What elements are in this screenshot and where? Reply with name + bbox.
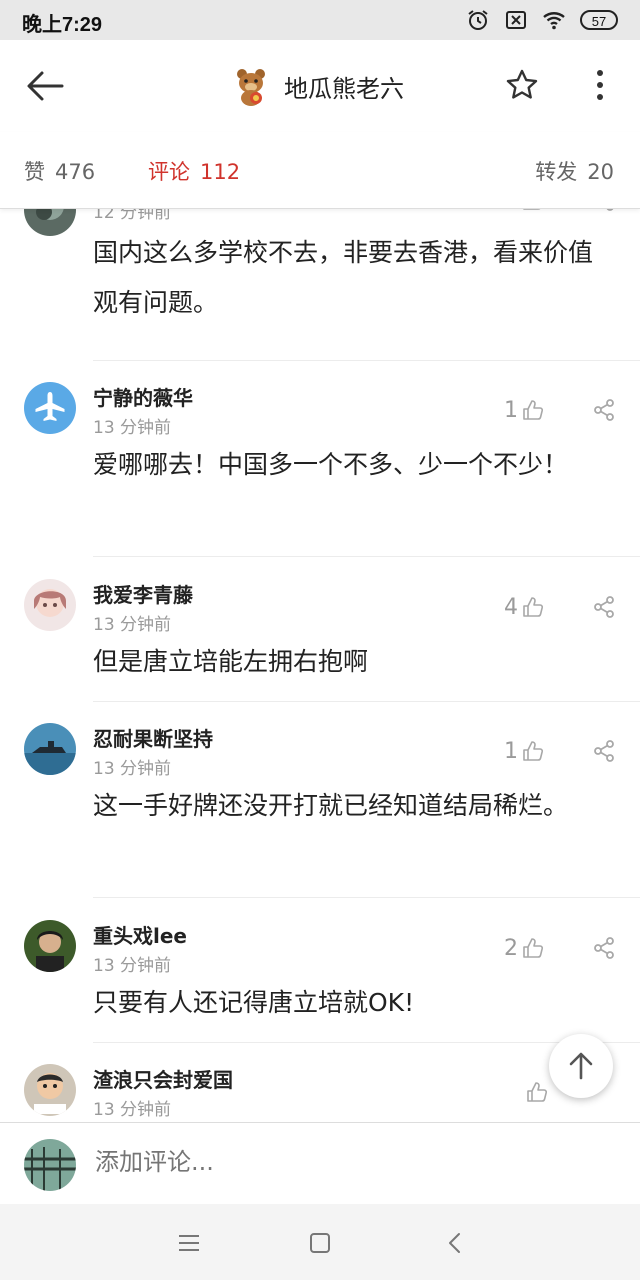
comment-text: 国内这么多学校不去，非要去香港，看来价值观有问题。 [93, 238, 594, 317]
like-button[interactable] [526, 1078, 548, 1106]
comment-user[interactable]: 渣浪只会封爱国 [93, 1064, 233, 1093]
alarm-icon [468, 10, 488, 30]
like-count: 1 [504, 738, 518, 764]
home-square-icon[interactable] [305, 1228, 335, 1258]
battery-icon: 57 [580, 10, 618, 30]
comment-user[interactable]: 我爱李青藤 [93, 579, 193, 608]
back-chevron-icon[interactable] [440, 1228, 470, 1258]
comment-user[interactable]: 忍耐果断坚持 [93, 723, 213, 752]
tab-comments[interactable]: 评论 112 [148, 156, 240, 186]
comment-item: 我爱李青藤 13 分钟前 4 但是唐立培能左拥右抱啊 [0, 577, 640, 701]
avatar[interactable] [24, 579, 76, 631]
comment-user[interactable]: 重头戏lee [93, 920, 187, 949]
tab-likes-count: 476 [55, 160, 96, 184]
tab-likes[interactable]: 赞 476 [24, 156, 95, 186]
thumbs-up-icon [523, 400, 544, 420]
menu-icon[interactable] [174, 1228, 204, 1258]
share-icon[interactable] [592, 739, 616, 763]
tab-likes-label: 赞 [24, 160, 45, 184]
like-count: 4 [504, 594, 518, 620]
thumbs-up-icon [523, 741, 544, 761]
title-bar: 地瓜熊老六 [0, 40, 640, 132]
comment-item: 渣浪只会封爱国 13 分钟前 [0, 1062, 640, 1122]
like-button[interactable]: 4 [504, 593, 544, 621]
thumbs-up-icon [523, 597, 544, 617]
comment-time: 13 分钟前 [93, 615, 172, 635]
share-icon[interactable] [592, 936, 616, 960]
comment-item: 宁静的薇华 13 分钟前 1 爱哪哪去！中国多一个不多、少一个不少！ [0, 380, 640, 556]
comment-item: 重头戏lee 13 分钟前 2 只要有人还记得唐立培就OK! [0, 918, 640, 1042]
tab-comments-count: 112 [200, 160, 241, 184]
comment-text: 这一手好牌还没开打就已经知道结局稀烂。 [93, 791, 569, 820]
comment-time: 13 分钟前 [93, 759, 172, 779]
comment-time: 12 分钟前 [93, 208, 172, 223]
divider [93, 897, 640, 898]
more-options-icon[interactable] [584, 68, 616, 102]
comment-list[interactable]: 12 分钟前 3 国内这么多学校不去，非要去香港，看来价值观有问题。 宁静的薇华… [0, 208, 640, 1122]
avatar[interactable] [24, 920, 76, 972]
tab-reposts-label: 转发 [535, 160, 578, 184]
avatar[interactable] [24, 723, 76, 775]
system-nav-bar [0, 1204, 640, 1280]
like-button[interactable]: 2 [504, 934, 544, 962]
status-time: 晚上7:29 [22, 14, 103, 36]
title-group: 地瓜熊老六 [230, 60, 404, 112]
back-arrow-icon[interactable] [24, 68, 66, 104]
favorite-star-icon[interactable] [505, 68, 539, 102]
comment-time: 13 分钟前 [93, 956, 172, 976]
comment-item: 忍耐果断坚持 13 分钟前 1 这一手好牌还没开打就已经知道结局稀烂。 [0, 721, 640, 897]
divider [93, 556, 640, 557]
scroll-top-button[interactable] [549, 1034, 613, 1098]
tab-comments-label: 评论 [148, 160, 190, 184]
comment-time: 13 分钟前 [93, 418, 172, 438]
tab-reposts[interactable]: 转发 20 [535, 156, 614, 186]
tab-reposts-count: 20 [587, 160, 614, 184]
bear-mascot-avatar [237, 69, 265, 106]
avatar[interactable] [24, 1064, 76, 1116]
comment-time: 13 分钟前 [93, 1100, 172, 1120]
status-bar: 晚上7:29 57 [0, 0, 640, 40]
like-button[interactable]: 1 [504, 737, 544, 765]
stats-tabs: 赞 476 评论 112 转发 20 [0, 132, 640, 209]
comment-text: 爱哪哪去！中国多一个不多、少一个不少！ [93, 450, 569, 479]
thumbs-up-icon [527, 1082, 548, 1102]
comment-input[interactable] [93, 1147, 547, 1177]
page-title: 地瓜熊老六 [284, 74, 404, 103]
share-icon[interactable] [592, 595, 616, 619]
divider [93, 360, 640, 361]
comment-text: 只要有人还记得唐立培就OK! [93, 988, 415, 1017]
thumbs-up-icon [523, 938, 544, 958]
arrow-up-icon [569, 1052, 593, 1080]
share-icon[interactable] [592, 398, 616, 422]
user-avatar[interactable] [24, 1139, 76, 1191]
comment-item: 12 分钟前 3 国内这么多学校不去，非要去香港，看来价值观有问题。 [0, 208, 640, 360]
like-count: 1 [504, 397, 518, 423]
like-button[interactable]: 1 [504, 396, 544, 424]
comment-user[interactable]: 宁静的薇华 [93, 382, 193, 411]
divider [93, 701, 640, 702]
no-sim-icon [506, 11, 526, 29]
like-count: 2 [504, 935, 518, 961]
status-icons: 57 [466, 6, 618, 34]
wifi-icon [543, 12, 565, 30]
comment-input-bar [0, 1122, 640, 1205]
comment-text: 但是唐立培能左拥右抱啊 [93, 647, 369, 676]
avatar[interactable] [24, 382, 76, 434]
avatar[interactable] [24, 208, 76, 236]
